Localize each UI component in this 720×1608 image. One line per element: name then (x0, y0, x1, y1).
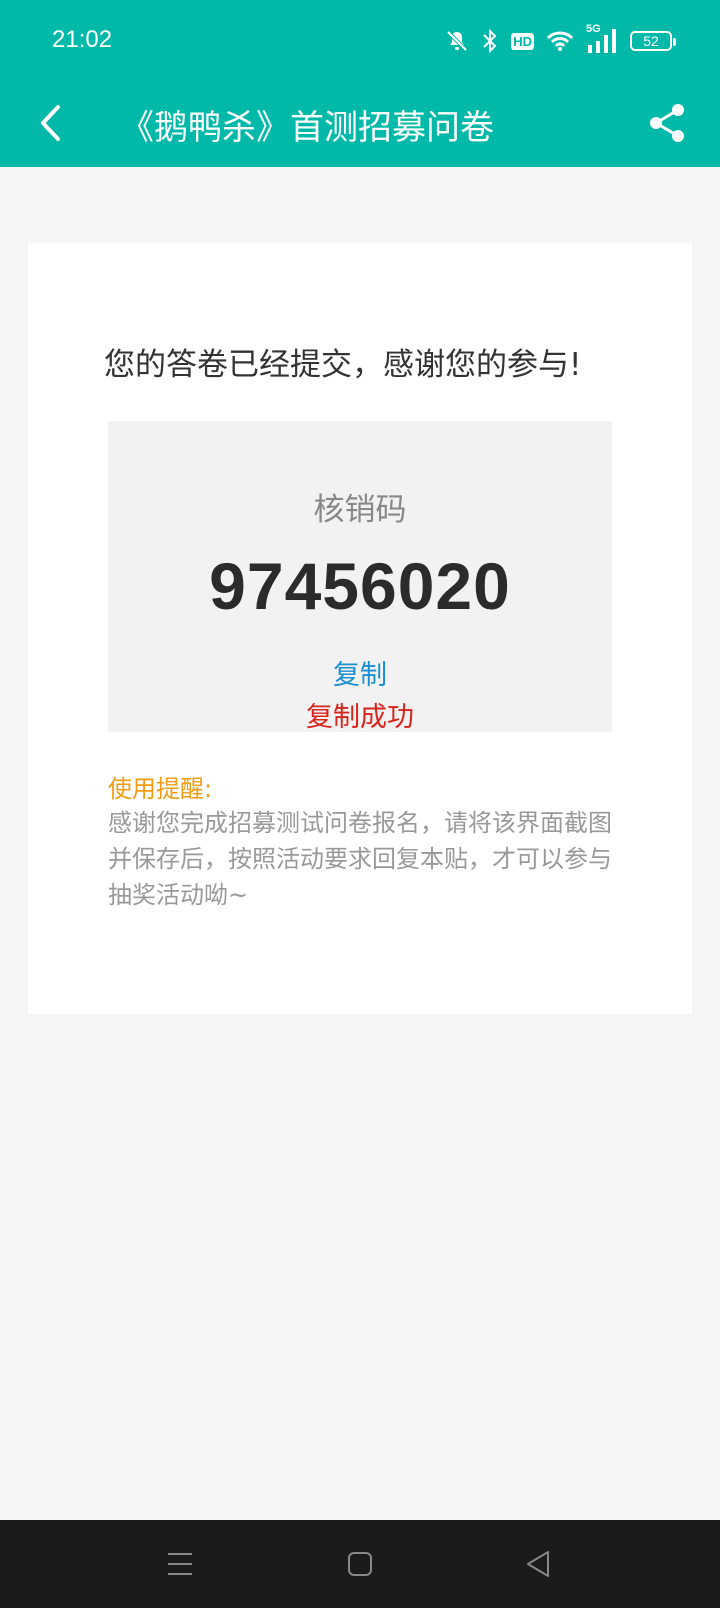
status-bar: 21:02 HD 5G 52 (0, 0, 720, 84)
back-triangle-icon (527, 1551, 549, 1577)
status-icons: HD 5G 52 (445, 23, 676, 56)
code-label: 核销码 (313, 492, 407, 528)
toolbar: 《鹅鸭杀》首测招募问卷 (0, 84, 720, 167)
network-type-label: 5G (586, 23, 601, 35)
bluetooth-icon (481, 29, 499, 53)
home-button[interactable] (340, 1544, 380, 1584)
system-nav-bar (0, 1520, 720, 1608)
menu-button[interactable] (160, 1544, 200, 1584)
success-message: 您的答卷已经提交，感谢您的参与! (104, 347, 582, 383)
copy-button[interactable]: 复制 (108, 653, 612, 692)
copy-status: 复制成功 (306, 702, 414, 733)
home-icon (348, 1552, 372, 1576)
hd-icon: HD (511, 32, 534, 50)
signal-icon: 5G (586, 23, 618, 53)
chevron-left-icon (41, 105, 60, 141)
menu-icon (168, 1553, 192, 1575)
share-button[interactable] (642, 98, 692, 148)
app-header: 21:02 HD 5G 52 《鹅鸭杀》首测招募问卷 (0, 0, 720, 167)
back-button[interactable] (28, 98, 72, 148)
share-icon (650, 104, 684, 142)
reminder-text: 感谢您完成招募测试问卷报名，请将该界面截图并保存后，按照活动要求回复本贴，才可以… (108, 809, 612, 909)
verification-code-box: 核销码 97456020 复制 复制成功 (108, 421, 612, 733)
verification-code: 97456020 (209, 549, 511, 623)
status-time: 21:02 (52, 26, 113, 53)
battery-icon: 52 (630, 31, 676, 51)
mute-icon (445, 29, 469, 53)
wifi-icon (546, 30, 574, 52)
page-title: 《鹅鸭杀》首测招募问卷 (120, 108, 494, 148)
nav-back-button[interactable] (518, 1544, 558, 1584)
result-card: 您的答卷已经提交，感谢您的参与! 核销码 97456020 复制 复制成功 使用… (28, 243, 692, 1014)
reminder-label: 使用提醒: (108, 775, 213, 803)
